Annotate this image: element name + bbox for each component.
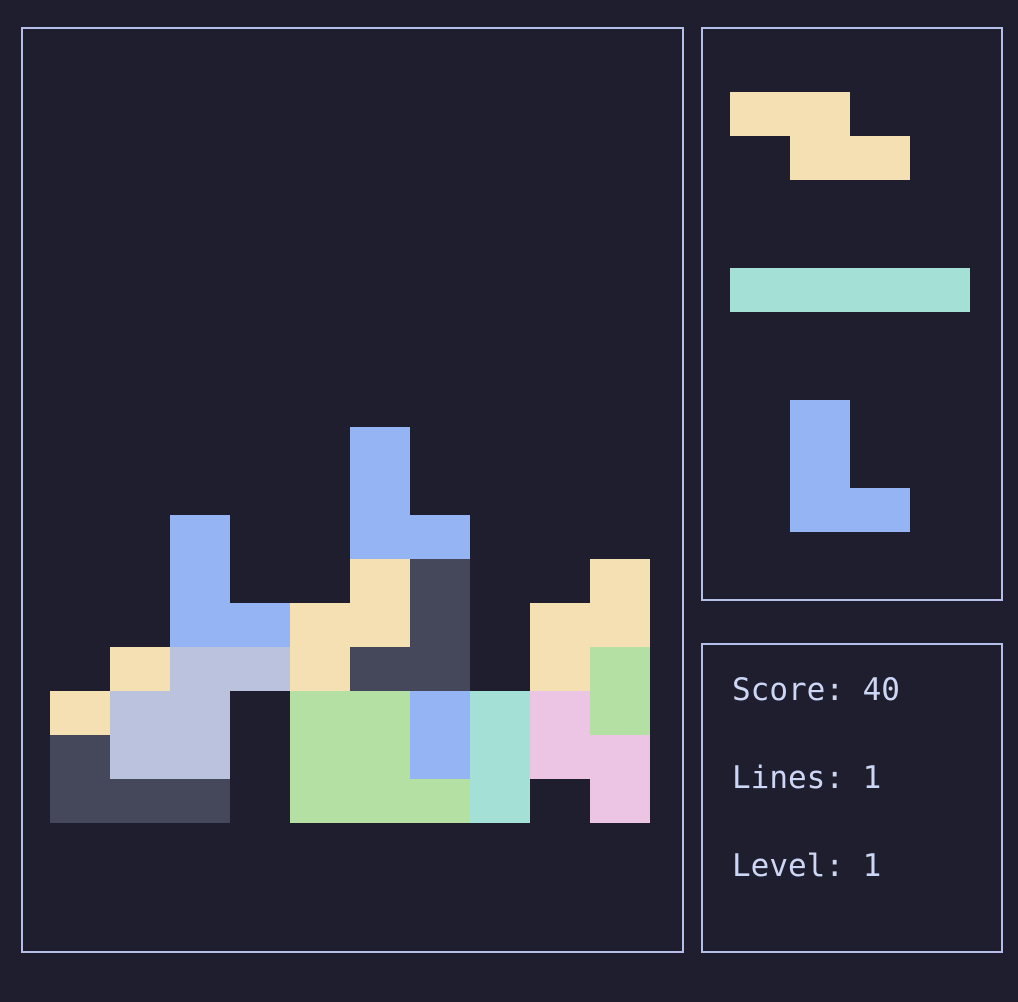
board-cell bbox=[290, 647, 350, 691]
board-cell bbox=[530, 647, 590, 691]
board-cell bbox=[110, 691, 170, 735]
next-piece-i-cell bbox=[730, 268, 790, 312]
board-cell bbox=[110, 779, 170, 823]
next-piece-l-cell bbox=[790, 444, 850, 488]
board-cell bbox=[50, 779, 110, 823]
board-cell bbox=[590, 735, 650, 779]
board-cell bbox=[470, 779, 530, 823]
board-cell bbox=[230, 647, 290, 691]
next-piece-z-cell bbox=[790, 136, 850, 180]
board-cell bbox=[170, 515, 230, 559]
board-cell bbox=[590, 691, 650, 735]
board-cell bbox=[170, 779, 230, 823]
board-cell bbox=[410, 603, 470, 647]
board-cell bbox=[350, 559, 410, 603]
board-cell bbox=[530, 603, 590, 647]
board-cell bbox=[530, 735, 590, 779]
board-cell bbox=[350, 735, 410, 779]
board-cell bbox=[350, 603, 410, 647]
board-cell bbox=[110, 647, 170, 691]
board-cell bbox=[170, 647, 230, 691]
board-cell bbox=[530, 691, 590, 735]
board-cell bbox=[410, 691, 470, 735]
next-piece-z-cell bbox=[850, 136, 910, 180]
board-cell bbox=[290, 735, 350, 779]
board-cell bbox=[350, 647, 410, 691]
score-label: Score: 40 bbox=[732, 672, 900, 708]
board-cell bbox=[410, 559, 470, 603]
board-cell bbox=[350, 427, 410, 471]
next-piece-z-cell bbox=[790, 92, 850, 136]
board-cell bbox=[590, 779, 650, 823]
board-cell bbox=[290, 779, 350, 823]
game-board bbox=[21, 27, 684, 953]
lines-label: Lines: 1 bbox=[732, 760, 882, 796]
next-pieces-panel bbox=[701, 27, 1003, 601]
board-cell bbox=[410, 515, 470, 559]
board-cell bbox=[50, 735, 110, 779]
board-cell bbox=[290, 603, 350, 647]
board-cell bbox=[470, 735, 530, 779]
board-cell bbox=[230, 603, 290, 647]
board-cell bbox=[350, 691, 410, 735]
board-cell bbox=[350, 471, 410, 515]
board-cell bbox=[170, 603, 230, 647]
next-piece-l-cell bbox=[790, 488, 850, 532]
board-cell bbox=[170, 691, 230, 735]
board-cell bbox=[50, 691, 110, 735]
next-piece-i-cell bbox=[850, 268, 910, 312]
board-cell bbox=[410, 647, 470, 691]
board-cell bbox=[110, 735, 170, 779]
stats-panel: Score: 40 Lines: 1 Level: 1 bbox=[701, 643, 1003, 953]
next-piece-i-cell bbox=[790, 268, 850, 312]
level-label: Level: 1 bbox=[732, 848, 882, 884]
board-cell bbox=[590, 559, 650, 603]
board-cell bbox=[290, 691, 350, 735]
board-cell bbox=[350, 515, 410, 559]
board-cell bbox=[170, 735, 230, 779]
board-cell bbox=[170, 559, 230, 603]
next-piece-i-cell bbox=[910, 268, 970, 312]
board-cell bbox=[410, 779, 470, 823]
board-cell bbox=[470, 691, 530, 735]
board-cell bbox=[590, 603, 650, 647]
next-piece-l-cell bbox=[790, 400, 850, 444]
board-cell bbox=[590, 647, 650, 691]
next-piece-l-cell bbox=[850, 488, 910, 532]
next-piece-z-cell bbox=[730, 92, 790, 136]
board-cell bbox=[350, 779, 410, 823]
board-cell bbox=[410, 735, 470, 779]
